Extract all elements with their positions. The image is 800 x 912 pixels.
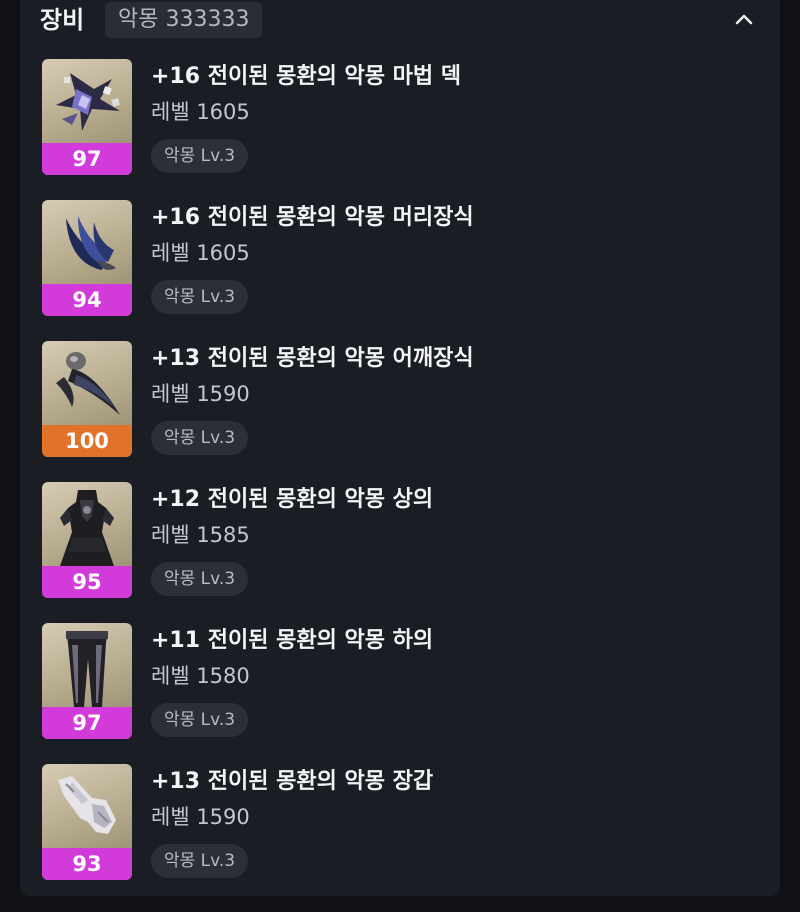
section-title: 장비	[40, 6, 85, 34]
equipment-item[interactable]: 97 +16 전이된 몽환의 악몽 마법 덱 레벨 1605 악몽 Lv.3	[42, 59, 742, 175]
quality-badge: 97	[42, 143, 132, 175]
item-name: +13 전이된 몽환의 악몽 장갑	[151, 769, 434, 794]
quality-badge: 94	[42, 284, 132, 316]
set-level-tag: 악몽 Lv.3	[151, 280, 249, 314]
quality-badge: 100	[42, 425, 132, 457]
item-level: 레벨 1590	[151, 382, 250, 406]
headpiece-icon	[66, 216, 116, 270]
item-name: +11 전이된 몽환의 악몽 하의	[151, 628, 434, 653]
item-thumbnail: 100	[42, 341, 132, 457]
set-level-tag: 악몽 Lv.3	[151, 139, 249, 173]
quality-badge: 93	[42, 848, 132, 880]
item-name: +13 전이된 몽환의 악몽 어깨장식	[151, 346, 474, 371]
item-thumbnail: 94	[42, 200, 132, 316]
equipment-header: 장비 악몽 333333	[20, 0, 780, 44]
set-level-tag: 악몽 Lv.3	[151, 844, 249, 878]
set-level-tag: 악몽 Lv.3	[151, 421, 249, 455]
equipment-item[interactable]: 95 +12 전이된 몽환의 악몽 상의 레벨 1585 악몽 Lv.3	[42, 482, 742, 598]
top-armor-icon	[60, 490, 114, 566]
quality-badge: 97	[42, 707, 132, 739]
equipment-item[interactable]: 97 +11 전이된 몽환의 악몽 하의 레벨 1580 악몽 Lv.3	[42, 623, 742, 739]
equipment-item[interactable]: 93 +13 전이된 몽환의 악몽 장갑 레벨 1590 악몽 Lv.3	[42, 764, 742, 880]
magic-deck-icon	[56, 73, 120, 131]
collapse-button[interactable]	[728, 4, 760, 36]
item-name: +16 전이된 몽환의 악몽 머리장식	[151, 205, 474, 230]
item-thumbnail: 95	[42, 482, 132, 598]
set-level-tag: 악몽 Lv.3	[151, 562, 249, 596]
item-name: +16 전이된 몽환의 악몽 마법 덱	[151, 64, 461, 89]
item-name: +12 전이된 몽환의 악몽 상의	[151, 487, 434, 512]
item-level: 레벨 1590	[151, 805, 250, 829]
item-level: 레벨 1585	[151, 523, 250, 547]
equipment-item[interactable]: 100 +13 전이된 몽환의 악몽 어깨장식 레벨 1590 악몽 Lv.3	[42, 341, 742, 457]
item-thumbnail: 97	[42, 623, 132, 739]
chevron-up-icon	[735, 14, 753, 25]
shoulder-icon	[56, 352, 120, 415]
item-level: 레벨 1605	[151, 100, 250, 124]
item-thumbnail: 97	[42, 59, 132, 175]
equipment-item[interactable]: 94 +16 전이된 몽환의 악몽 머리장식 레벨 1605 악몽 Lv.3	[42, 200, 742, 316]
quality-badge: 95	[42, 566, 132, 598]
item-level: 레벨 1580	[151, 664, 250, 688]
set-level-tag: 악몽 Lv.3	[151, 703, 249, 737]
gloves-icon	[58, 776, 116, 834]
item-level: 레벨 1605	[151, 241, 250, 265]
item-thumbnail: 93	[42, 764, 132, 880]
pants-icon	[66, 631, 108, 707]
set-badge: 악몽 333333	[105, 2, 263, 38]
